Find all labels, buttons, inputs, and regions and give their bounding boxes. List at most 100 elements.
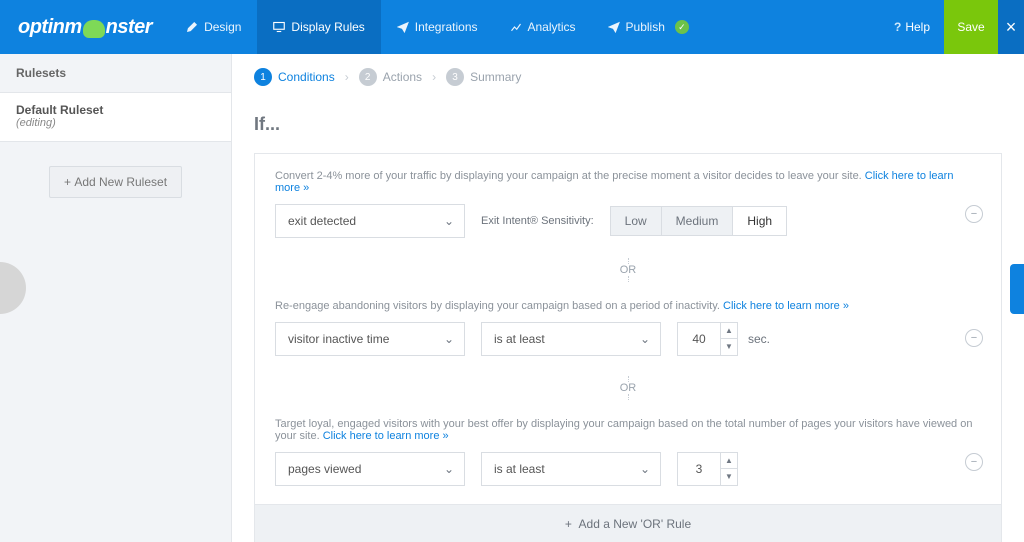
step-tabs: 1 Conditions › 2 Actions › 3 Summary [232,54,1024,100]
rule-3-operator-value: is at least [494,462,545,476]
step-conditions[interactable]: 1 Conditions [254,68,335,86]
if-heading: If... [254,114,1002,135]
step-conditions-label: Conditions [278,70,335,84]
rule-2-spinner: ▲ ▼ [721,322,738,356]
rule-exit-detected: Convert 2-4% more of your traffic by dis… [255,154,1001,256]
rule-2-trigger-select[interactable]: visitor inactive time ⌄ [275,322,465,356]
rule-2-value-input[interactable] [677,322,721,356]
rule-3-trigger-value: pages viewed [288,462,361,476]
close-icon: × [1006,17,1017,38]
or-label-1: OR [620,264,637,276]
rule-3-spinner: ▲ ▼ [721,452,738,486]
sidebar: Rulesets Default Ruleset (editing) + Add… [0,54,232,542]
rule-3-step-up[interactable]: ▲ [721,453,737,469]
sensitivity-high[interactable]: High [733,206,787,236]
chevron-down-icon: ⌄ [640,462,650,476]
rule-2-desc-text: Re-engage abandoning visitors by display… [275,300,723,312]
rules-card: Convert 2-4% more of your traffic by dis… [254,153,1002,542]
topbar-spacer [705,0,876,54]
add-ruleset-wrap: + Add New Ruleset [0,142,231,222]
dotted-line-icon [628,276,629,282]
ruleset-name: Default Ruleset [16,103,215,117]
nav-integrations-label: Integrations [415,20,478,34]
step-actions[interactable]: 2 Actions [359,68,422,86]
nav-publish-label: Publish [626,20,665,34]
rule-2-row: visitor inactive time ⌄ is at least ⌄ ▲ … [275,322,981,356]
rule-pages-viewed: Target loyal, engaged visitors with your… [255,402,1001,504]
rule-1-trigger-value: exit detected [288,214,356,228]
chevron-down-icon: ⌄ [444,332,454,346]
rule-2-operator-select[interactable]: is at least ⌄ [481,322,661,356]
rule-1-remove-button[interactable]: − [965,205,983,223]
save-button[interactable]: Save [944,0,998,54]
step-actions-label: Actions [383,70,422,84]
rule-1-trigger-select[interactable]: exit detected ⌄ [275,204,465,238]
help-link[interactable]: ? Help [876,0,944,54]
rule-3-learn-more-link[interactable]: Click here to learn more » [323,430,449,442]
help-label: Help [905,20,930,34]
rule-2-unit: sec. [748,332,770,346]
rule-3-operator-select[interactable]: is at least ⌄ [481,452,661,486]
rule-1-row: exit detected ⌄ Exit Intent® Sensitivity… [275,204,981,238]
rule-3-trigger-select[interactable]: pages viewed ⌄ [275,452,465,486]
brand-text-pre: optinm [18,16,82,39]
nav-design-label: Design [204,20,241,34]
rule-2-step-up[interactable]: ▲ [721,323,737,339]
sensitivity-segmented: Low Medium High [610,206,787,236]
rule-2-step-down[interactable]: ▼ [721,339,737,355]
chart-icon [510,21,522,33]
rule-3-value-input[interactable] [677,452,721,486]
sidebar-item-default-ruleset[interactable]: Default Ruleset (editing) [0,93,231,142]
step-3-badge: 3 [446,68,464,86]
sidebar-title: Rulesets [0,54,231,93]
primary-nav: Design Display Rules Integrations Analyt… [170,0,705,54]
chevron-right-icon: › [432,70,436,84]
side-tab[interactable] [1010,264,1024,314]
step-summary[interactable]: 3 Summary [446,68,521,86]
nav-analytics[interactable]: Analytics [494,0,592,54]
nav-design[interactable]: Design [170,0,257,54]
rule-2-trigger-value: visitor inactive time [288,332,389,346]
rule-3-description: Target loyal, engaged visitors with your… [275,418,981,442]
chevron-down-icon: ⌄ [444,214,454,228]
add-ruleset-button[interactable]: + Add New Ruleset [49,166,182,198]
add-ruleset-label: Add New Ruleset [74,175,167,189]
avatar [0,262,26,314]
rule-3-step-down[interactable]: ▼ [721,469,737,485]
rule-1-description: Convert 2-4% more of your traffic by dis… [275,170,981,194]
mascot-icon [83,20,105,38]
nav-display-rules-label: Display Rules [291,20,364,34]
or-separator-2: OR [255,374,1001,402]
ruleset-editing-label: (editing) [16,117,215,129]
rule-2-remove-button[interactable]: − [965,329,983,347]
or-label-2: OR [620,382,637,394]
add-or-rule-button[interactable]: + Add a New 'OR' Rule [255,504,1001,542]
nav-publish[interactable]: Publish ✓ [592,0,705,54]
rule-3-remove-button[interactable]: − [965,453,983,471]
nav-display-rules[interactable]: Display Rules [257,0,380,54]
rule-1-desc-text: Convert 2-4% more of your traffic by dis… [275,170,865,182]
or-separator-1: OR [255,256,1001,284]
rule-2-description: Re-engage abandoning visitors by display… [275,300,981,312]
save-label: Save [957,20,984,34]
chevron-right-icon: › [345,70,349,84]
app-body: Rulesets Default Ruleset (editing) + Add… [0,54,1024,542]
sensitivity-medium[interactable]: Medium [662,206,734,236]
rule-visitor-inactive: Re-engage abandoning visitors by display… [255,284,1001,374]
top-bar: optinm nster Design Display Rules Integr… [0,0,1024,54]
minus-icon: − [971,208,977,220]
chevron-down-icon: ⌄ [444,462,454,476]
publish-check-icon: ✓ [675,20,689,34]
rule-2-operator-value: is at least [494,332,545,346]
close-button[interactable]: × [998,0,1024,54]
rule-2-value-wrap: ▲ ▼ sec. [677,322,770,356]
nav-integrations[interactable]: Integrations [381,0,494,54]
plus-icon: + [64,175,74,189]
sensitivity-low[interactable]: Low [610,206,662,236]
rule-2-learn-more-link[interactable]: Click here to learn more » [723,300,849,312]
sensitivity-label: Exit Intent® Sensitivity: [481,215,594,227]
brand-text-post: nster [106,16,152,39]
paper-plane-icon [397,21,409,33]
plus-icon: + [565,517,579,531]
dotted-line-icon [628,394,629,400]
